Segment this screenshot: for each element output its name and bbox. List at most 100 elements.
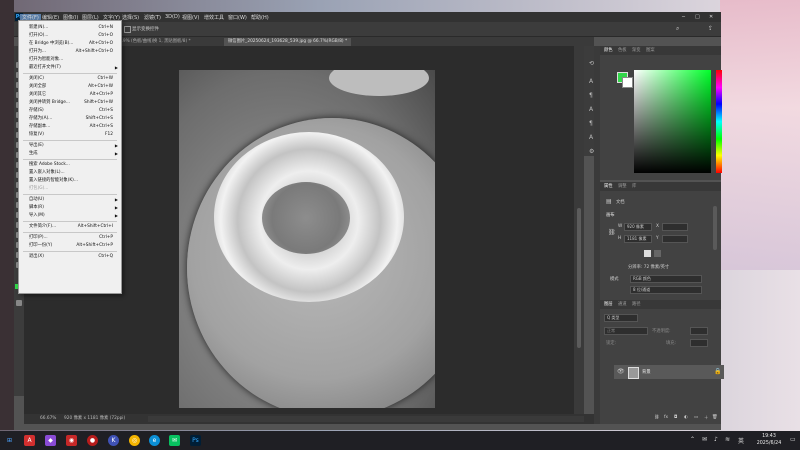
file-menu-item[interactable]: 打印一份(Y) Alt+Shift+Ctrl+P: [19, 242, 121, 250]
app-photoshop-icon[interactable]: Ps: [190, 435, 201, 446]
tab-patterns[interactable]: 图案: [646, 47, 655, 55]
app-edge-icon[interactable]: e: [149, 435, 160, 446]
delete-layer-icon[interactable]: 🗑: [712, 415, 717, 420]
tab-document-2[interactable]: 微信图片_20250624_193628_539.jpg @ 66.7%(RGB…: [224, 38, 352, 46]
file-menu-item[interactable]: 恢复(V) F12: [19, 131, 121, 139]
hue-slider[interactable]: [716, 70, 722, 173]
file-menu-item[interactable]: 在 Bridge 中浏览(B)... Alt+Ctrl+O: [19, 40, 121, 48]
file-menu-item[interactable]: 搜索 Adobe Stock...: [19, 161, 121, 169]
tab-adjustments[interactable]: 调整: [618, 183, 627, 191]
mask-icon[interactable]: ◘: [674, 415, 677, 420]
properties-scrollbar[interactable]: [713, 206, 717, 250]
file-menu-item[interactable]: 打开为智能对象...: [19, 56, 121, 64]
group-icon[interactable]: ▭: [694, 415, 698, 420]
horizontal-scrollbar[interactable]: [148, 416, 584, 422]
tab-libraries[interactable]: 库: [632, 183, 636, 191]
file-menu-item[interactable]: 导出(E) ▶: [19, 142, 121, 150]
mode-select[interactable]: RGB 颜色: [630, 275, 702, 283]
search-icon[interactable]: ⌕: [676, 25, 679, 33]
tab-channels[interactable]: 通道: [618, 301, 627, 309]
app-red-icon[interactable]: ◉: [66, 435, 77, 446]
layer-kind-filter[interactable]: Q 类型: [604, 314, 638, 322]
app-acrobat-icon[interactable]: A: [24, 435, 35, 446]
menu-view[interactable]: 视图(V): [182, 14, 199, 21]
file-menu-item[interactable]: 最近打开文件(T) ▶: [19, 64, 121, 72]
file-menu-item[interactable]: 生成 ▶: [19, 150, 121, 158]
paragraph-style-icon[interactable]: ¶: [589, 120, 593, 127]
file-menu-item[interactable]: 脚本(R) ▶: [19, 204, 121, 212]
background-color-chip[interactable]: [622, 77, 633, 88]
file-menu-item[interactable]: 新建(N)... Ctrl+N: [19, 24, 121, 32]
menu-window[interactable]: 窗口(W): [228, 14, 247, 21]
share-icon[interactable]: ⇪: [708, 25, 713, 32]
tab-swatches[interactable]: 色板: [618, 47, 627, 55]
vertical-scroll-thumb[interactable]: [577, 208, 581, 348]
tray-wechat-icon[interactable]: ✉: [702, 436, 707, 443]
new-layer-icon[interactable]: ＋: [704, 415, 708, 421]
layer-name[interactable]: 背景: [642, 369, 651, 375]
tray-network-icon[interactable]: ≋: [725, 436, 730, 443]
height-field[interactable]: 1181 像素: [624, 235, 652, 243]
file-menu-item[interactable]: 打开为... Alt+Shift+Ctrl+O: [19, 48, 121, 56]
orientation-landscape-icon[interactable]: [654, 250, 661, 257]
opacity-field[interactable]: [690, 327, 708, 335]
tab-paths[interactable]: 路径: [632, 301, 641, 309]
taskbar-clock[interactable]: 19:43 2025/6/24: [750, 433, 788, 449]
app-purple-icon[interactable]: ◆: [45, 435, 56, 446]
app-chrome-icon[interactable]: ◎: [129, 435, 140, 446]
file-menu-item[interactable]: 关闭全部 Alt+Ctrl+W: [19, 83, 121, 91]
file-menu-item[interactable]: 存储副本... Alt+Ctrl+S: [19, 123, 121, 131]
file-menu-item[interactable]: 文件简介(F)... Alt+Shift+Ctrl+I: [19, 223, 121, 231]
close-icon[interactable]: ✕: [709, 14, 713, 20]
file-menu-item[interactable]: 自动(U) ▶: [19, 196, 121, 204]
file-menu-item[interactable]: 存储为(A)... Shift+Ctrl+S: [19, 115, 121, 123]
paragraph-panel-icon[interactable]: ¶: [589, 92, 593, 99]
tab-document-1[interactable]: 19.9% (色板/曲线)换 1, 黑贴图板/8) *: [112, 38, 195, 46]
minimize-icon[interactable]: ─: [682, 14, 685, 20]
show-transform-checkbox[interactable]: [124, 26, 131, 33]
tray-chevron-icon[interactable]: ⌃: [690, 436, 695, 443]
input-language[interactable]: 英: [738, 436, 744, 445]
tab-properties[interactable]: 属性: [604, 183, 613, 191]
y-field[interactable]: [662, 235, 688, 243]
lock-icon[interactable]: 🔒: [714, 368, 721, 375]
character-panel-icon[interactable]: A: [589, 78, 593, 85]
file-menu-item[interactable]: 关闭(C) Ctrl+W: [19, 75, 121, 83]
menu-plugins[interactable]: 增效工具: [204, 14, 224, 21]
blend-mode-select[interactable]: 正常: [604, 327, 648, 335]
menu-filter[interactable]: 滤镜(T): [144, 14, 161, 21]
menu-3d[interactable]: 3D(D): [165, 14, 180, 20]
width-field[interactable]: 920 像素: [624, 223, 652, 231]
menu-select[interactable]: 选择(S): [122, 14, 139, 21]
bit-depth-select[interactable]: 8 位/通道: [630, 286, 702, 294]
tray-speaker-icon[interactable]: ♪: [714, 436, 718, 443]
zoom-level[interactable]: 66.67%: [40, 414, 56, 424]
canvas-section-label[interactable]: 画布: [606, 212, 615, 218]
file-menu-item[interactable]: 存储(S) Ctrl+S: [19, 107, 121, 115]
color-picker-field[interactable]: [634, 70, 711, 173]
file-menu-item[interactable]: 置入链接的智能对象(K)...: [19, 177, 121, 185]
fx-icon[interactable]: fx: [664, 415, 668, 420]
glyphs-panel-icon[interactable]: A: [589, 106, 593, 113]
file-menu-item[interactable]: 导入(M) ▶: [19, 212, 121, 220]
tab-color[interactable]: 颜色: [604, 47, 613, 55]
document-image[interactable]: [179, 70, 435, 408]
app-wechat-icon[interactable]: ✉: [169, 435, 180, 446]
layer-row-background[interactable]: 👁 背景 🔒: [614, 365, 724, 379]
start-windows-icon[interactable]: ⊞: [4, 435, 15, 446]
notification-icon[interactable]: ▭: [790, 436, 796, 443]
file-menu-item[interactable]: 关闭其它 Alt+Ctrl+P: [19, 91, 121, 99]
adjustment-layer-icon[interactable]: ◐: [684, 415, 688, 420]
tab-layers[interactable]: 图层: [604, 301, 613, 309]
tab-gradients[interactable]: 渐变: [632, 47, 641, 55]
character-style-icon[interactable]: A: [589, 134, 593, 141]
file-menu-item[interactable]: 打开(O)... Ctrl+O: [19, 32, 121, 40]
quick-mask-icon[interactable]: [16, 300, 22, 306]
app-k-icon[interactable]: K: [108, 435, 119, 446]
eye-icon[interactable]: 👁: [617, 368, 625, 375]
file-menu-item[interactable]: 关闭并转到 Bridge... Shift+Ctrl+W: [19, 99, 121, 107]
link-icon[interactable]: ⛓: [608, 229, 616, 236]
app-record-icon[interactable]: ●: [87, 435, 98, 446]
menu-help[interactable]: 帮助(H): [251, 14, 269, 21]
orientation-portrait-icon[interactable]: [644, 250, 651, 257]
